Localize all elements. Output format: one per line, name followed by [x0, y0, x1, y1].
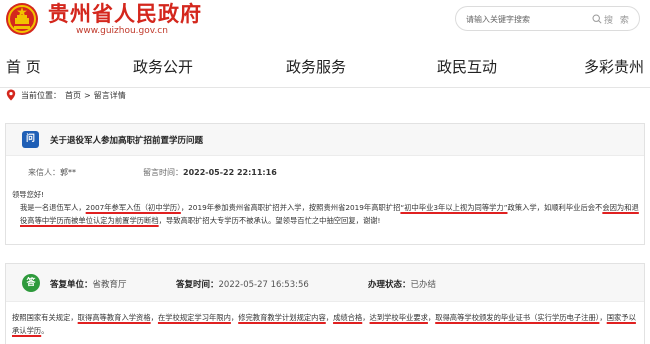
answer-text-highlight: 修完教育教学计划规定内容: [238, 313, 326, 322]
question-time-label: 留言时间：: [143, 168, 183, 177]
breadcrumb-home[interactable]: 首页: [65, 90, 81, 101]
search-box: 搜 索: [455, 6, 640, 31]
answer-text: ，: [150, 313, 158, 322]
answer-text-highlight: 取得高等教育入学资格: [77, 313, 151, 322]
breadcrumb: 当前位置： 首页 > 留言详情: [6, 86, 126, 104]
search-button[interactable]: 搜 索: [592, 10, 638, 28]
answer-status: 办理状态：已办结: [368, 278, 436, 290]
main-nav: 首 页 政务公开 政务服务 政民互动 多彩贵州: [0, 48, 650, 88]
sender-info: 来信人：郭**: [28, 167, 76, 178]
answer-time: 答复时间：2022-05-27 16:53:56: [176, 278, 309, 290]
answer-text-highlight: 达到学校毕业要求: [369, 313, 428, 322]
answer-badge: 答: [22, 274, 40, 292]
question-card: 问 关于退役军人参加高职扩招前置学历问题 来信人：郭** 留言时间：2022-0…: [5, 123, 645, 245]
answer-body: 按照国家有关规定，取得高等教育入学资格，在学校规定学习年限内，修完教育教学计划规…: [12, 311, 642, 337]
answer-unit: 答复单位：省教育厅: [50, 278, 127, 290]
question-header: 问 关于退役军人参加高职扩招前置学历问题: [6, 124, 644, 156]
answer-time-value: 2022-05-27 16:53:56: [218, 280, 309, 290]
answer-status-value: 已办结: [410, 280, 437, 290]
breadcrumb-current: 留言详情: [93, 90, 126, 100]
nav-item-interaction[interactable]: 政民互动: [437, 57, 497, 77]
nav-item-colorful-guizhou[interactable]: 多彩贵州: [584, 57, 644, 77]
question-text: ，2019年参加贵州省高职扩招并入学，按照贵州省2019年高职扩招: [180, 203, 401, 212]
answer-text-highlight: 成绩合格: [333, 313, 363, 322]
question-text: 政策入学，如顺利毕业后会不: [507, 203, 603, 212]
sender-value: 郭**: [60, 168, 76, 177]
answer-text: ，: [325, 313, 334, 322]
answer-text: 按照国家有关规定，: [12, 313, 78, 322]
answer-status-label: 办理状态：: [368, 280, 411, 290]
question-title: 关于退役军人参加高职扩招前置学历问题: [50, 136, 204, 146]
answer-text: ，: [599, 313, 607, 322]
breadcrumb-label: 当前位置：: [21, 90, 61, 100]
question-text-highlight: “初中毕业3年以上视为同等学力”: [400, 203, 508, 212]
question-time: 留言时间：2022-05-22 22:11:16: [143, 167, 277, 178]
answer-card: 答 答复单位：省教育厅 答复时间：2022-05-27 16:53:56 办理状…: [5, 263, 645, 344]
search-input[interactable]: [466, 11, 586, 27]
national-emblem-icon[interactable]: [5, 2, 39, 36]
nav-item-gov-affairs-public[interactable]: 政务公开: [133, 57, 193, 77]
answer-header: 答 答复单位：省教育厅 答复时间：2022-05-27 16:53:56 办理状…: [6, 264, 644, 302]
question-text: 我是一名退伍军人，: [20, 203, 86, 212]
answer-unit-label: 答复单位：: [50, 280, 93, 290]
question-greeting: 领导您好!: [12, 190, 45, 199]
answer-unit-value: 省教育厅: [92, 280, 127, 290]
site-header: 贵州省人民政府 www.guizhou.gov.cn 搜 索: [0, 0, 650, 44]
question-text: ，导致高职扩招大专学历不被承认。望领导百忙之中抽空回复，谢谢!: [158, 216, 381, 225]
search-icon: [592, 14, 602, 24]
question-paragraph: 我是一名退伍军人，2007年参军入伍（初中学历），2019年参加贵州省高职扩招并…: [12, 201, 642, 227]
question-time-value: 2022-05-22 22:11:16: [183, 168, 277, 177]
question-text-highlight: 2007年参军入伍（初中学历）: [85, 203, 181, 212]
search-button-label: 搜 索: [604, 15, 631, 26]
site-url[interactable]: www.guizhou.gov.cn: [76, 26, 168, 36]
answer-time-label: 答复时间：: [176, 280, 219, 290]
answer-text-highlight: 在学校规定学习年限内: [157, 313, 231, 322]
nav-item-home[interactable]: 首 页: [6, 57, 41, 77]
answer-text: 。: [41, 326, 49, 335]
breadcrumb-separator: >: [84, 90, 91, 100]
location-pin-icon: [6, 89, 16, 101]
answer-text-highlight: 取得高等学校颁发的毕业证书（实行学历电子注册）: [435, 313, 600, 322]
sender-label: 来信人：: [28, 168, 60, 177]
nav-item-gov-services[interactable]: 政务服务: [286, 57, 346, 77]
site-title[interactable]: 贵州省人民政府: [48, 1, 202, 27]
question-badge: 问: [22, 131, 39, 148]
answer-text: ，: [362, 313, 370, 322]
question-body: 领导您好! 我是一名退伍军人，2007年参军入伍（初中学历），2019年参加贵州…: [12, 188, 642, 227]
